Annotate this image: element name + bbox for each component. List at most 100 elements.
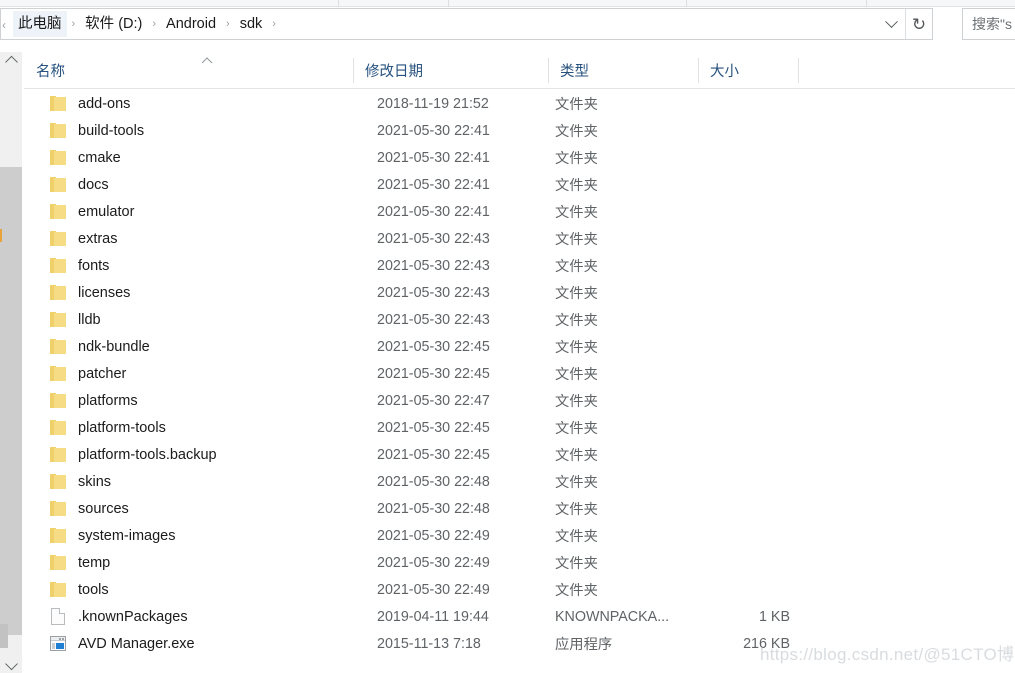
folder-icon (50, 554, 66, 570)
file-type-cell: 文件夹 (555, 259, 598, 275)
file-date-cell: 2021-05-30 22:48 (377, 473, 490, 490)
table-row[interactable]: tools 2021-05-30 22:49 文件夹 (24, 576, 1015, 603)
column-header-size[interactable]: 大小 (698, 52, 798, 89)
table-row[interactable]: emulator 2021-05-30 22:41 文件夹 (24, 198, 1015, 225)
table-row[interactable]: licenses 2021-05-30 22:43 文件夹 (24, 279, 1015, 306)
file-name-cell[interactable]: docs (24, 171, 109, 198)
file-name-cell[interactable]: fonts (24, 252, 109, 279)
table-row[interactable]: cmake 2021-05-30 22:41 文件夹 (24, 144, 1015, 171)
table-row[interactable]: add-ons 2018-11-19 21:52 文件夹 (24, 90, 1015, 117)
file-name-cell[interactable]: skins (24, 468, 111, 495)
file-name-label: platform-tools (78, 419, 166, 436)
scroll-down-button[interactable] (0, 651, 23, 673)
breadcrumb-item-drive-d[interactable]: 软件 (D:) (80, 11, 147, 37)
table-row[interactable]: AVD Manager.exe 2015-11-13 7:18 应用程序 216 KB (24, 630, 1015, 657)
file-name-cell[interactable]: ndk-bundle (24, 333, 150, 360)
breadcrumb-item-sdk[interactable]: sdk (235, 11, 268, 37)
column-header-row: 名称 修改日期 类型 大小 (24, 52, 1015, 89)
table-row[interactable]: fonts 2021-05-30 22:43 文件夹 (24, 252, 1015, 279)
file-name-cell[interactable]: .knownPackages (24, 603, 188, 630)
folder-icon (50, 338, 66, 354)
table-row[interactable]: platform-tools.backup 2021-05-30 22:45 文件夹 (24, 441, 1015, 468)
table-row[interactable]: docs 2021-05-30 22:41 文件夹 (24, 171, 1015, 198)
file-type-cell: 文件夹 (555, 556, 598, 572)
file-size-cell: 216 KB (743, 635, 790, 652)
file-name-cell[interactable]: lldb (24, 306, 101, 333)
table-row[interactable]: temp 2021-05-30 22:49 文件夹 (24, 549, 1015, 576)
scrollbar-marker (0, 229, 2, 242)
table-row[interactable]: build-tools 2021-05-30 22:41 文件夹 (24, 117, 1015, 144)
table-row[interactable]: sources 2021-05-30 22:48 文件夹 (24, 495, 1015, 522)
file-name-label: add-ons (78, 95, 131, 112)
table-row[interactable]: ndk-bundle 2021-05-30 22:45 文件夹 (24, 333, 1015, 360)
address-path-box[interactable]: ‹ 此电脑 › 软件 (D:) › Android › sdk › ↻ (0, 8, 933, 40)
file-name-cell[interactable]: sources (24, 495, 129, 522)
search-box[interactable]: 搜索"s (962, 8, 1015, 40)
file-type-cell: 应用程序 (555, 637, 613, 653)
file-type-cell: 文件夹 (555, 124, 598, 140)
folder-icon (50, 122, 66, 138)
file-date-cell: 2021-05-30 22:49 (377, 527, 490, 544)
file-name-cell[interactable]: system-images (24, 522, 176, 549)
file-name-cell[interactable]: patcher (24, 360, 126, 387)
file-date-cell: 2021-05-30 22:45 (377, 365, 490, 382)
breadcrumb-item-android[interactable]: Android (161, 11, 221, 37)
refresh-button[interactable]: ↻ (905, 9, 932, 39)
column-header-name[interactable]: 名称 (24, 52, 353, 89)
table-row[interactable]: platform-tools 2021-05-30 22:45 文件夹 (24, 414, 1015, 441)
scroll-up-button[interactable] (0, 52, 23, 74)
scrollbar-thumb[interactable] (0, 167, 22, 648)
file-type-cell: 文件夹 (555, 232, 598, 248)
file-name-label: extras (78, 230, 118, 247)
search-input[interactable]: 搜索"s (963, 14, 1012, 34)
file-type-cell: 文件夹 (555, 178, 598, 194)
file-name-cell[interactable]: add-ons (24, 90, 130, 117)
file-type-cell: 文件夹 (555, 367, 598, 383)
folder-icon (50, 257, 66, 273)
table-row[interactable]: lldb 2021-05-30 22:43 文件夹 (24, 306, 1015, 333)
table-row[interactable]: patcher 2021-05-30 22:45 文件夹 (24, 360, 1015, 387)
table-row[interactable]: platforms 2021-05-30 22:47 文件夹 (24, 387, 1015, 414)
table-row[interactable]: system-images 2021-05-30 22:49 文件夹 (24, 522, 1015, 549)
file-date-cell: 2021-05-30 22:43 (377, 230, 490, 247)
table-row[interactable]: extras 2021-05-30 22:43 文件夹 (24, 225, 1015, 252)
file-name-label: sources (78, 500, 129, 517)
table-row[interactable]: .knownPackages 2019-04-11 19:44 KNOWNPACKA… (24, 603, 1015, 630)
file-date-cell: 2021-05-30 22:49 (377, 554, 490, 571)
file-name-cell[interactable]: licenses (24, 279, 130, 306)
breadcrumb: 此电脑 › 软件 (D:) › Android › sdk › (1, 9, 281, 39)
file-name-cell[interactable]: platform-tools.backup (24, 441, 217, 468)
file-name-cell[interactable]: extras (24, 225, 118, 252)
breadcrumb-separator-icon: › (272, 18, 276, 30)
file-name-cell[interactable]: platform-tools (24, 414, 166, 441)
file-name-cell[interactable]: temp (24, 549, 110, 576)
chevron-down-icon (885, 14, 898, 28)
file-name-cell[interactable]: platforms (24, 387, 138, 414)
folder-icon (50, 446, 66, 462)
file-name-cell[interactable]: emulator (24, 198, 134, 225)
vertical-scrollbar[interactable] (0, 52, 23, 673)
file-name-label: fonts (78, 257, 110, 274)
file-type-cell: 文件夹 (555, 448, 598, 464)
folder-icon (50, 311, 66, 327)
file-name-cell[interactable]: AVD Manager.exe (24, 630, 195, 657)
breadcrumb-separator-icon: › (226, 18, 230, 30)
column-divider[interactable] (798, 58, 799, 83)
column-header-date-modified[interactable]: 修改日期 (353, 52, 548, 89)
file-type-cell: 文件夹 (555, 583, 598, 599)
file-name-label: AVD Manager.exe (78, 635, 195, 652)
file-type-cell: 文件夹 (555, 313, 598, 329)
file-name-cell[interactable]: build-tools (24, 117, 144, 144)
breadcrumb-item-this-pc[interactable]: 此电脑 (13, 11, 67, 37)
scrollbar-notch (0, 624, 8, 648)
file-type-cell: 文件夹 (555, 394, 598, 410)
file-date-cell: 2021-05-30 22:45 (377, 419, 490, 436)
file-type-cell: 文件夹 (555, 286, 598, 302)
file-name-cell[interactable]: tools (24, 576, 109, 603)
file-name-cell[interactable]: cmake (24, 144, 121, 171)
table-row[interactable]: skins 2021-05-30 22:48 文件夹 (24, 468, 1015, 495)
folder-icon (50, 500, 66, 516)
column-header-type[interactable]: 类型 (548, 52, 698, 89)
history-dropdown-button[interactable] (878, 9, 905, 39)
file-date-cell: 2021-05-30 22:41 (377, 122, 490, 139)
